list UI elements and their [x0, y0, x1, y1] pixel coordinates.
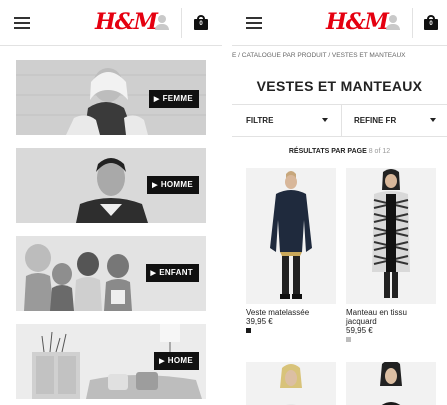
product-card[interactable]: Manteau en tissu jacquard 59,95 € [346, 168, 436, 342]
product-image[interactable] [346, 362, 436, 405]
category-tile-home[interactable]: ▶ HOME [16, 324, 206, 399]
category-tile-homme[interactable]: ▶ HOMME [16, 148, 206, 223]
product-card[interactable]: Veste matelassée 39,95 € [246, 168, 336, 333]
bag-count: 0 [424, 19, 438, 30]
product-image[interactable] [346, 168, 436, 304]
results-pager: 8 of 12 [368, 148, 391, 155]
category-tile-enfant[interactable]: ▶ ENFANT [16, 236, 206, 311]
shopping-bag-icon[interactable]: 0 [194, 15, 208, 30]
refine-dropdown[interactable]: REFINE FR [354, 105, 444, 137]
results-label: RÉSULTATS PAR PAGE [288, 148, 367, 155]
hm-logo[interactable]: H&M [95, 9, 158, 35]
category-label-home[interactable]: ▶ HOME [154, 352, 199, 370]
header-divider [181, 8, 182, 38]
top-bar: H&M 0 [232, 0, 447, 46]
refine-label: REFINE FR [354, 116, 397, 125]
hm-logo[interactable]: H&M [326, 9, 389, 35]
menu-icon[interactable] [246, 17, 262, 29]
filter-bar: FILTRE REFINE FR [232, 105, 447, 137]
product-image[interactable] [246, 362, 336, 405]
chevron-down-icon [430, 118, 436, 122]
product-name[interactable]: Veste matelassée [246, 308, 336, 317]
page-title: VESTES ET MANTEAUX [256, 78, 423, 94]
filter-label: FILTRE [246, 116, 274, 125]
category-label-homme[interactable]: ▶ HOMME [147, 176, 199, 194]
filter-dropdown[interactable]: FILTRE [246, 105, 336, 137]
menu-icon[interactable] [14, 17, 30, 29]
product-image[interactable] [246, 168, 336, 304]
category-label-femme[interactable]: ▶ FEMME [148, 90, 199, 108]
category-tile-femme[interactable]: ▶ FEMME [16, 60, 206, 135]
screen-gap [222, 0, 232, 405]
breadcrumb[interactable]: E / CATALOGUE PAR PRODUIT / VESTES ET MA… [232, 52, 447, 59]
product-price: 59,95 € [346, 326, 373, 335]
color-swatch[interactable] [246, 328, 251, 333]
account-icon[interactable] [154, 15, 170, 31]
category-label-enfant[interactable]: ▶ ENFANT [145, 264, 199, 282]
product-price: 39,95 € [246, 317, 273, 326]
bag-count: 0 [194, 19, 208, 30]
listing-screen: H&M 0 E / CATALOGUE PAR PRODUIT / VESTES… [232, 0, 447, 405]
top-bar: H&M 0 [0, 0, 222, 46]
product-name[interactable]: Manteau en tissu jacquard [346, 308, 436, 326]
results-per-page[interactable]: RÉSULTATS PAR PAGE 8 of 12 [232, 148, 447, 155]
shopping-bag-icon[interactable]: 0 [424, 15, 438, 30]
color-swatch[interactable] [346, 337, 351, 342]
filter-separator [341, 105, 342, 137]
chevron-down-icon [322, 118, 328, 122]
account-icon[interactable] [385, 15, 401, 31]
header-divider [412, 8, 413, 38]
home-screen: H&M 0 ▶ FEMME ▶ HOMME ▶ ENFANT ▶ HOME [0, 0, 222, 405]
